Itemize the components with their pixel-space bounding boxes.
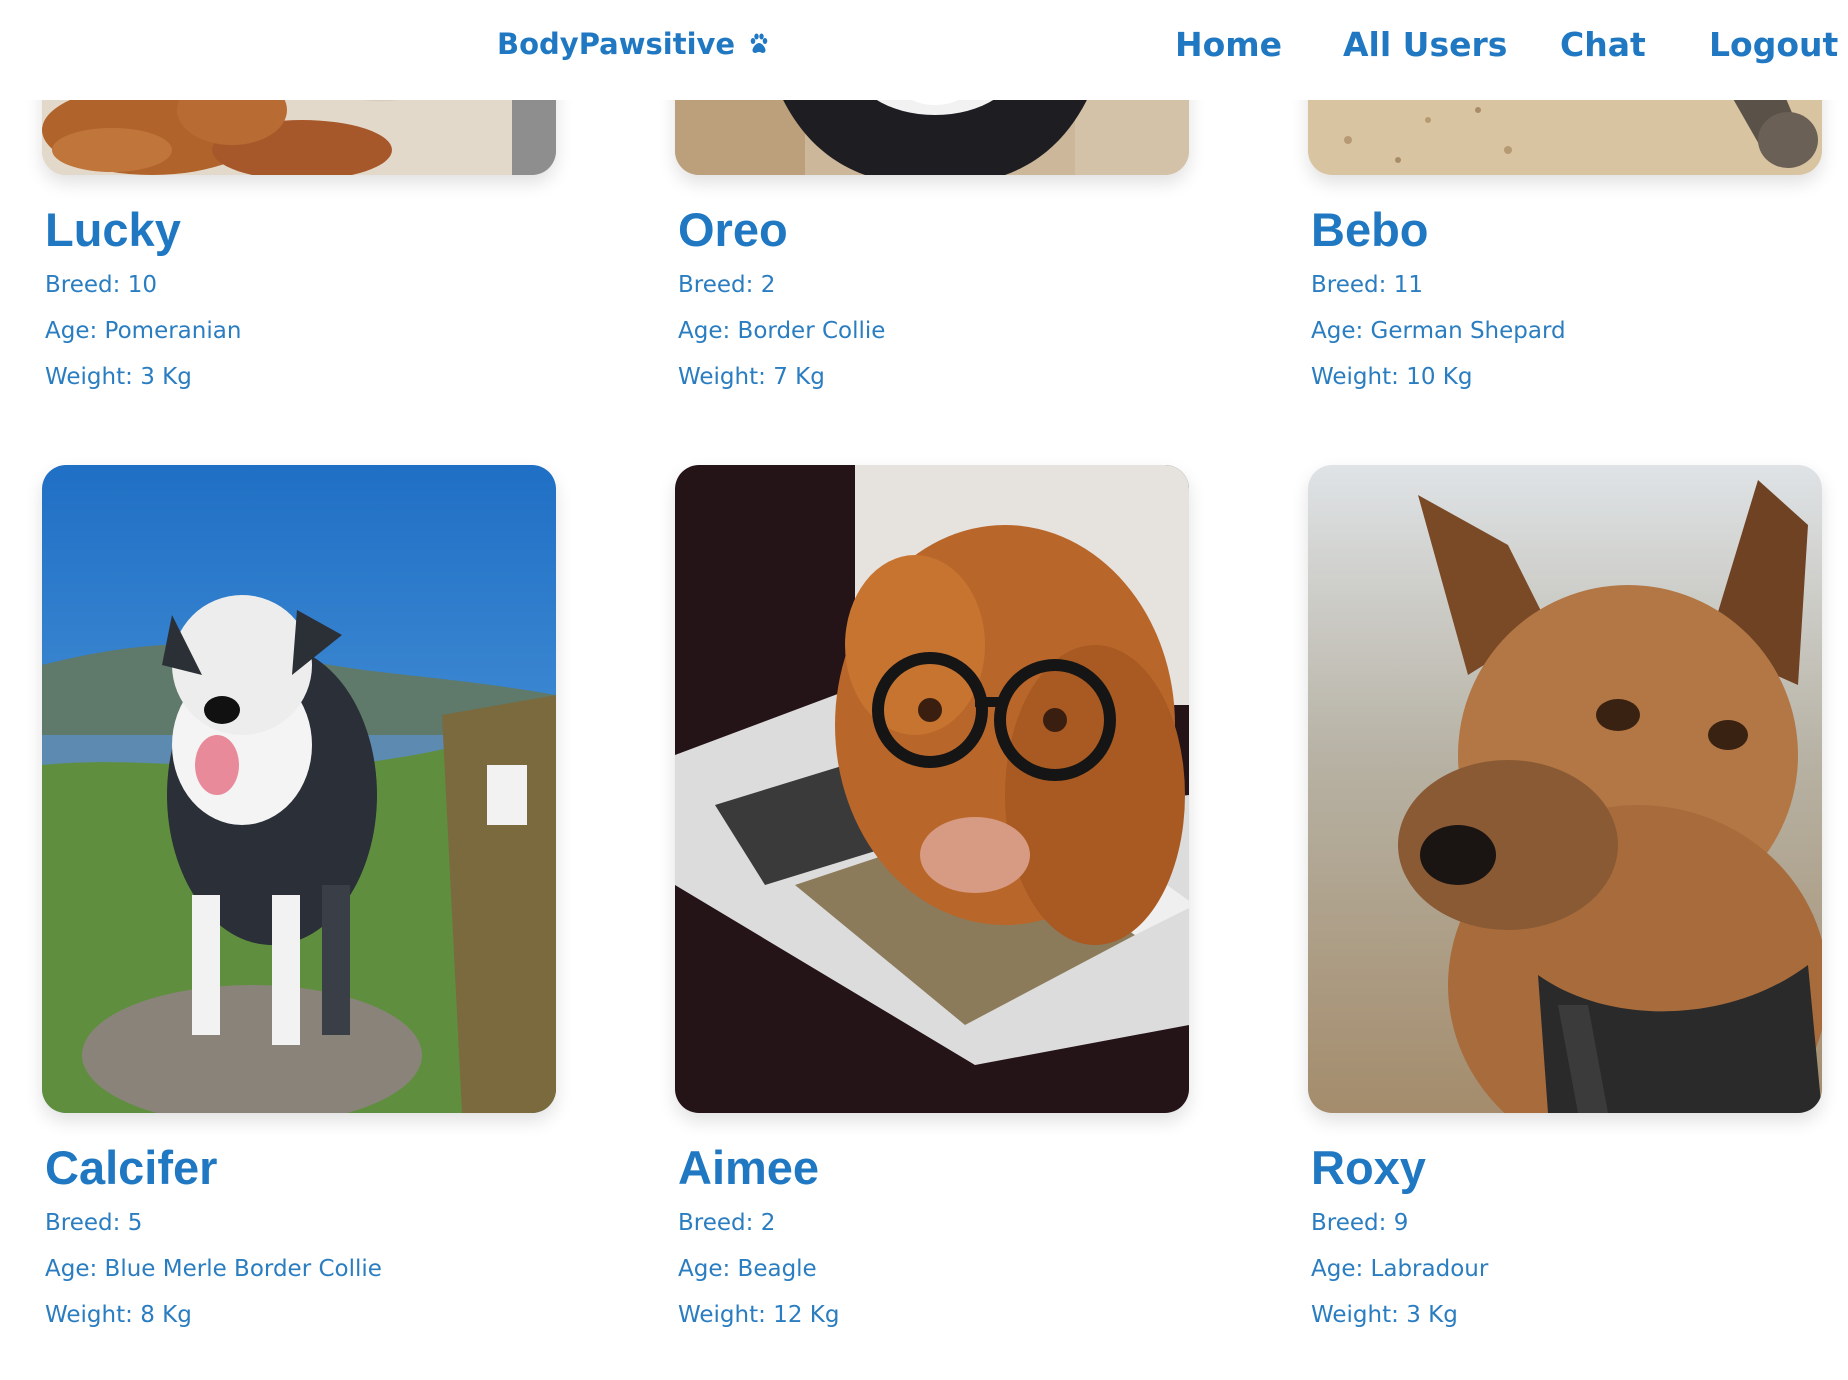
dog-weight: Weight: 12 Kg [678, 1302, 840, 1328]
navbar: BodyPawsitive Home All Users Chat Logout [0, 0, 1848, 100]
dog-photo [1308, 465, 1822, 1113]
nav-chat-link[interactable]: Chat [1560, 22, 1646, 68]
dog-breed: Breed: 2 [678, 272, 776, 298]
nav-home-link[interactable]: Home [1175, 22, 1282, 68]
dog-name[interactable]: Roxy [1311, 1141, 1822, 1195]
dog-card[interactable]: Aimee Breed: 2 Age: Beagle Weight: 12 Kg [675, 465, 1189, 1333]
dog-age: Age: Blue Merle Border Collie [45, 1256, 382, 1282]
dog-photo [675, 465, 1189, 1113]
dog-card[interactable]: Roxy Breed: 9 Age: Labradour Weight: 3 K… [1308, 465, 1822, 1333]
dog-weight: Weight: 10 Kg [1311, 364, 1473, 390]
dog-age: Age: Border Collie [678, 318, 886, 344]
dog-breed: Breed: 5 [45, 1210, 143, 1236]
dog-age: Age: Pomeranian [45, 318, 242, 344]
dog-age: Age: Beagle [678, 1256, 817, 1282]
dog-name[interactable]: Aimee [678, 1141, 1189, 1195]
dog-age: Age: Labradour [1311, 1256, 1489, 1282]
nav-all-users-link[interactable]: All Users [1343, 22, 1507, 68]
dog-name[interactable]: Lucky [45, 203, 556, 257]
dog-card[interactable]: Calcifer Breed: 5 Age: Blue Merle Border… [42, 465, 556, 1333]
nav-logout-link[interactable]: Logout [1709, 22, 1838, 68]
dog-weight: Weight: 3 Kg [1311, 1302, 1458, 1328]
dog-age: Age: German Shepard [1311, 318, 1566, 344]
dog-breed: Breed: 10 [45, 272, 157, 298]
dog-name[interactable]: Calcifer [45, 1141, 556, 1195]
nav-links: Home All Users Chat Logout [0, 22, 1848, 68]
dog-breed: Breed: 9 [1311, 1210, 1409, 1236]
dog-breed: Breed: 11 [1311, 272, 1423, 298]
dog-weight: Weight: 7 Kg [678, 364, 825, 390]
dog-weight: Weight: 3 Kg [45, 364, 192, 390]
dog-photo [42, 465, 556, 1113]
all-dogs-page: BodyPawsitive Home All Users Chat Logout [0, 0, 1848, 1380]
dog-breed: Breed: 2 [678, 1210, 776, 1236]
dog-name[interactable]: Bebo [1311, 203, 1822, 257]
dog-name[interactable]: Oreo [678, 203, 1189, 257]
dog-weight: Weight: 8 Kg [45, 1302, 192, 1328]
